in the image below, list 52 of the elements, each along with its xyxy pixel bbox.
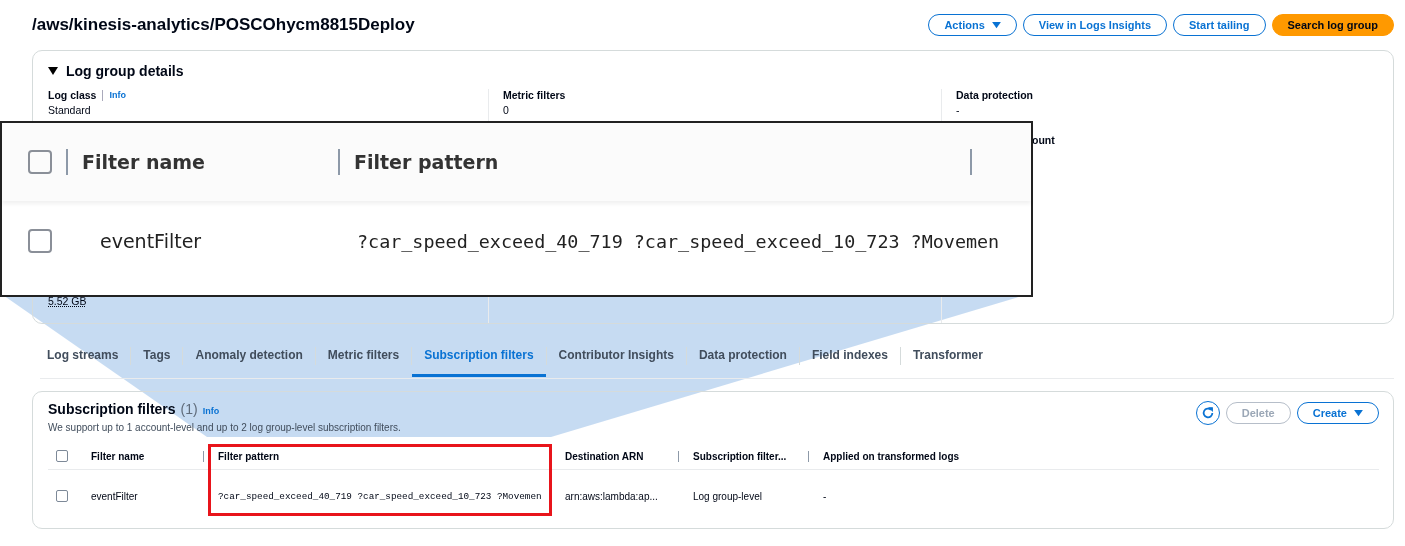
checkbox[interactable]: [56, 490, 68, 502]
tab[interactable]: Log streams: [43, 334, 131, 377]
field-value: 0: [503, 104, 510, 116]
header-button[interactable]: Start tailing: [1173, 14, 1266, 36]
caret-icon: [991, 21, 1001, 29]
table-cell: ?car_speed_exceed_40_719 ?car_speed_exceed_10_723 ?Movemen: [218, 491, 542, 502]
dropdown-button[interactable]: Create: [1296, 402, 1379, 424]
header-button[interactable]: View in Logs Insights: [1022, 14, 1167, 36]
table-cell: arn:aws:lambda:ap...: [565, 490, 658, 502]
info-link[interactable]: Info: [109, 90, 126, 100]
tab[interactable]: Anomaly detection: [183, 334, 315, 377]
field-label: Log class: [48, 89, 97, 101]
tab[interactable]: Transformer: [900, 334, 995, 377]
checkbox[interactable]: [28, 150, 52, 174]
tab[interactable]: Data protection: [686, 334, 799, 377]
column-header: Filter name: [91, 450, 145, 462]
refresh-icon: [1200, 406, 1215, 420]
tab[interactable]: Contributor Insights: [546, 334, 686, 377]
field-label: Metric filters: [503, 89, 566, 101]
column-header: Applied on transformed logs: [823, 450, 960, 462]
column-header: Subscription filter...: [693, 450, 787, 462]
column-header: Filter pattern: [354, 151, 500, 173]
panel-title: Log group details: [66, 63, 184, 79]
tab[interactable]: Subscription filters: [412, 334, 546, 377]
caret-icon: [1354, 409, 1363, 417]
field-value: -: [956, 104, 961, 116]
stored-bytes-link[interactable]: 5.52 GB: [48, 295, 87, 307]
info-link[interactable]: Info: [202, 406, 220, 416]
search-button[interactable]: Search log group: [1271, 14, 1394, 36]
dropdown-button[interactable]: Actions: [928, 14, 1017, 36]
count-text: (1): [180, 401, 198, 417]
checkbox[interactable]: [28, 229, 52, 253]
tab[interactable]: Field indexes: [799, 334, 900, 377]
column-header: Filter name: [82, 151, 206, 173]
page-title: /aws/kinesis-analytics/POSCOhycm8815Deploy: [32, 15, 415, 35]
tab[interactable]: Metric filters: [315, 334, 412, 377]
table-cell: eventFilter: [91, 490, 138, 502]
table-cell: -: [823, 490, 827, 502]
field-label: ount: [1032, 134, 1056, 146]
expand-icon[interactable]: [48, 66, 58, 76]
table-cell: Log group-level: [693, 490, 762, 502]
table-cell: ?car_speed_exceed_40_719 ?car_speed_exceed_10_723 ?Movemen: [357, 230, 1000, 252]
column-header: Destination ARN: [565, 450, 644, 462]
description-text: We support up to 1 account-level and up to 2 log group-level subscription filters.: [48, 422, 401, 433]
field-value: Standard: [48, 104, 92, 116]
table-cell-text: eventFilter: [100, 230, 203, 252]
tab[interactable]: Tags: [131, 334, 183, 377]
field-label: Data protection: [956, 89, 1033, 101]
checkbox[interactable]: [56, 450, 68, 462]
column-header: Filter pattern: [218, 450, 280, 462]
refresh-button[interactable]: [1195, 401, 1220, 425]
section-title: Subscription filters: [48, 401, 176, 417]
